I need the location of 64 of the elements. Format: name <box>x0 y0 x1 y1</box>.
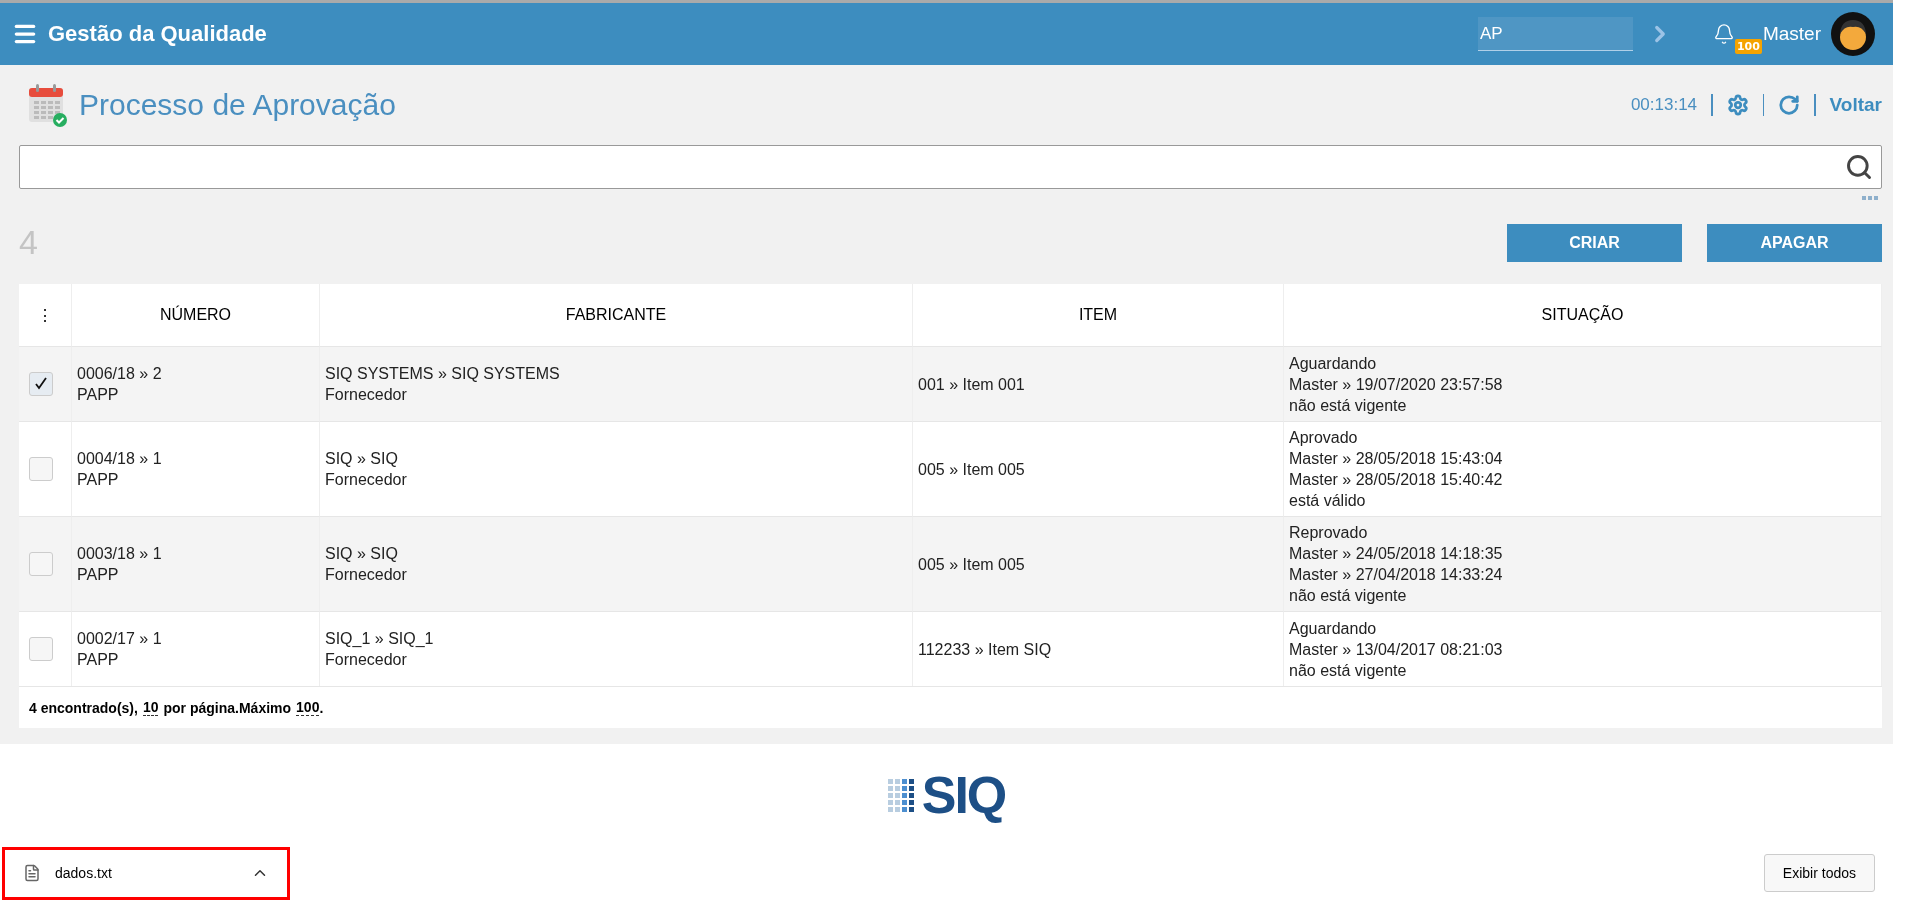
table-cell-line: Master » 13/04/2017 08:21:03 <box>1289 639 1504 660</box>
table-cell-line: Fornecedor <box>325 470 408 490</box>
check-icon <box>34 377 48 391</box>
calendar-check-icon <box>27 82 69 128</box>
refresh-icon[interactable] <box>1778 94 1801 116</box>
max-link[interactable]: 100 <box>296 699 320 716</box>
table-cell-line: não está vigente <box>1289 395 1408 416</box>
table-cell-line: 005 » Item 005 <box>918 554 1026 575</box>
search-field[interactable] <box>19 145 1882 189</box>
user-name[interactable]: Master <box>1762 23 1821 45</box>
table-cell-line: Reprovado <box>1289 523 1369 543</box>
table-cell-line: 112233 » Item SIQ <box>918 639 1053 660</box>
table-cell-line: Fornecedor <box>325 650 408 670</box>
table-cell-line: Master » 27/04/2018 14:33:24 <box>1289 565 1504 585</box>
file-icon <box>23 864 41 882</box>
table-cell-line: Fornecedor <box>325 565 408 585</box>
bell-icon[interactable] <box>1712 23 1735 45</box>
table-cell-line: SIQ » SIQ <box>325 544 399 564</box>
table-cell-line: 0004/18 » 1 <box>77 449 163 469</box>
more-icon[interactable] <box>1862 195 1878 201</box>
logo-text: SIQ <box>921 764 1006 825</box>
table-cell-line: Aguardando <box>1289 618 1378 639</box>
table-cell-line: SIQ SYSTEMS » SIQ SYSTEMS <box>325 364 561 384</box>
table-cell-line: SIQ » SIQ <box>325 449 399 469</box>
page-title: Processo de Aprovação <box>79 88 396 122</box>
avatar-icon[interactable] <box>1831 12 1875 56</box>
table-cell-line: PAPP <box>77 565 120 585</box>
app-title: Gestão da Qualidade <box>48 21 267 47</box>
table-cell-line: PAPP <box>77 650 120 670</box>
table-cell-line: SIQ_1 » SIQ_1 <box>325 629 435 649</box>
file-name: dados.txt <box>55 865 113 881</box>
table-cell-line: Master » 28/05/2018 15:43:04 <box>1289 449 1504 469</box>
row-checkbox[interactable] <box>29 372 53 396</box>
table-cell-line: 0006/18 » 2 <box>77 364 163 384</box>
table-cell-line: Master » 24/05/2018 14:18:35 <box>1289 544 1504 564</box>
download-item[interactable]: dados.txt <box>2 846 290 900</box>
notification-badge: 100 <box>1734 39 1762 54</box>
show-all-button[interactable]: Exibir todos <box>1763 854 1875 892</box>
table-cell-line: 005 » Item 005 <box>918 459 1026 480</box>
table-cell-line: Aguardando <box>1289 353 1378 374</box>
row-checkbox[interactable] <box>29 637 53 661</box>
table-cell-line: não está vigente <box>1289 660 1408 681</box>
table-cell-line: está válido <box>1289 491 1367 511</box>
create-button[interactable]: CRIAR <box>1507 223 1682 262</box>
table-cell-line: não está vigente <box>1289 586 1408 606</box>
per-page-link[interactable]: 10 <box>142 699 159 716</box>
session-timer: 00:13:14 <box>1630 95 1698 115</box>
table-cell-line: 0003/18 » 1 <box>77 544 163 564</box>
table-cell-line: Fornecedor <box>325 385 408 405</box>
table-cell-line: 001 » Item 001 <box>918 374 1026 395</box>
row-checkbox[interactable] <box>29 552 53 576</box>
table-cell-line: Master » 19/07/2020 23:57:58 <box>1289 374 1504 395</box>
search-icon[interactable] <box>1845 153 1873 181</box>
table-cell-line: PAPP <box>77 385 120 405</box>
found-count-text: 4 encontrado(s), <box>29 699 138 716</box>
table-cell-line: Aprovado <box>1289 428 1359 448</box>
settings-icon[interactable] <box>1726 94 1749 116</box>
footer-end-text: . <box>319 699 324 716</box>
table-cell-line: Master » 28/05/2018 15:40:42 <box>1289 470 1504 490</box>
per-page-text: por página.Máximo <box>163 699 292 716</box>
table-cell-line: 0002/17 » 1 <box>77 629 163 649</box>
table-cell-line: PAPP <box>77 470 120 490</box>
delete-button[interactable]: APAGAR <box>1707 223 1882 262</box>
row-checkbox[interactable] <box>29 457 53 481</box>
